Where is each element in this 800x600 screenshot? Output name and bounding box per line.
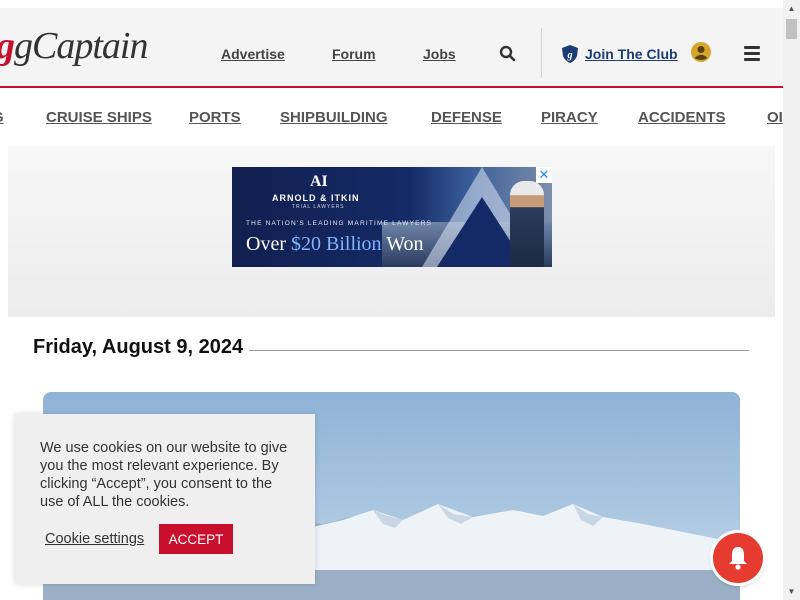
category-cruise-ships[interactable]: CRUISE SHIPS: [46, 109, 152, 126]
category-nav: G CRUISE SHIPS PORTS SHIPBUILDING DEFENS…: [0, 90, 783, 146]
ad-headline-pre: Over: [246, 233, 286, 255]
join-club-link[interactable]: Join The Club: [585, 46, 678, 62]
scroll-up-icon[interactable]: ▲: [783, 0, 800, 17]
page-scrollbar[interactable]: ▲ ▼: [783, 0, 800, 600]
search-icon[interactable]: [498, 44, 518, 64]
banner-ad[interactable]: AI ARNOLD & ITKIN TRIAL LAWYERS THE NATI…: [232, 167, 552, 267]
top-strip: [0, 0, 783, 8]
ad-logo: AI: [310, 173, 328, 190]
ad-headline: Over $20 Billion Won: [246, 233, 423, 256]
category-link[interactable]: OI: [767, 109, 783, 126]
category-shipbuilding[interactable]: SHIPBUILDING: [280, 109, 388, 126]
close-icon[interactable]: ✕: [536, 167, 552, 183]
site-logo[interactable]: ggCaptain: [0, 24, 148, 74]
logo-mark: g: [0, 25, 15, 67]
ad-firm-name: ARNOLD & ITKIN: [272, 193, 360, 203]
shield-icon: g: [561, 44, 579, 64]
scroll-down-icon[interactable]: ▼: [783, 583, 800, 600]
ad-headline-post: Won: [386, 233, 424, 255]
nav-jobs[interactable]: Jobs: [423, 46, 456, 62]
hamburger-icon[interactable]: [744, 46, 760, 61]
header-divider: [541, 28, 542, 78]
cookie-banner: We use cookies on our website to give yo…: [15, 414, 315, 584]
site-header: ggCaptain Advertise Forum Jobs g Join Th…: [0, 8, 783, 88]
ad-worker-image: [510, 181, 544, 267]
nav-advertise[interactable]: Advertise: [221, 46, 285, 62]
ad-container: AI ARNOLD & ITKIN TRIAL LAWYERS THE NATI…: [8, 146, 775, 317]
cookie-message: We use cookies on our website to give yo…: [40, 440, 288, 510]
ad-firm-sub: TRIAL LAWYERS: [292, 204, 345, 210]
category-accidents[interactable]: ACCIDENTS: [638, 109, 726, 126]
category-link[interactable]: G: [0, 109, 4, 126]
scroll-thumb[interactable]: [786, 19, 797, 39]
page-date: Friday, August 9, 2024: [33, 336, 244, 358]
user-icon[interactable]: [690, 41, 712, 63]
svg-text:g: g: [567, 50, 573, 61]
accept-cookies-button[interactable]: ACCEPT: [159, 524, 233, 554]
category-ports[interactable]: PORTS: [189, 109, 241, 126]
date-divider: [249, 350, 749, 351]
bell-icon[interactable]: [713, 533, 763, 583]
category-piracy[interactable]: PIRACY: [541, 109, 598, 126]
ad-tagline: THE NATION'S LEADING MARITIME LAWYERS: [246, 220, 433, 227]
category-defense[interactable]: DEFENSE: [431, 109, 502, 126]
cookie-settings-link[interactable]: Cookie settings: [45, 531, 144, 547]
logo-text: gCaptain: [14, 25, 148, 67]
ad-headline-amount: $20 Billion: [290, 233, 382, 255]
nav-forum[interactable]: Forum: [332, 46, 376, 62]
